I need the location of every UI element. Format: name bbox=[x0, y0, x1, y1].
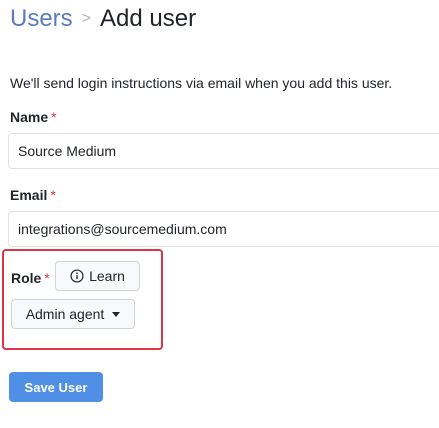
role-section-highlight: Role * Learn Admin agent bbox=[2, 249, 163, 350]
role-label: Role * bbox=[11, 270, 50, 286]
info-circle-icon bbox=[70, 269, 84, 283]
add-user-page: Users > Add user We'll send login instruct… bbox=[0, 0, 439, 428]
required-marker: * bbox=[51, 109, 57, 125]
breadcrumb: Users > Add user bbox=[10, 4, 196, 37]
breadcrumb-separator: > bbox=[81, 10, 92, 27]
role-label-text: Role bbox=[11, 270, 42, 286]
required-marker: * bbox=[50, 187, 56, 203]
save-user-button[interactable]: Save User bbox=[9, 372, 103, 402]
page-title: Add user bbox=[100, 5, 197, 32]
email-label: Email * bbox=[10, 187, 56, 203]
learn-button[interactable]: Learn bbox=[55, 261, 140, 291]
name-label-text: Name bbox=[10, 109, 49, 125]
breadcrumb-users-link[interactable]: Users bbox=[10, 5, 73, 32]
name-label: Name * bbox=[10, 109, 57, 125]
name-input[interactable] bbox=[8, 133, 439, 169]
caret-down-icon bbox=[112, 311, 121, 317]
intro-text: We'll send login instructions via email … bbox=[10, 75, 393, 91]
role-selected-value: Admin agent bbox=[25, 306, 105, 322]
email-label-text: Email bbox=[10, 187, 48, 203]
required-marker: * bbox=[44, 270, 50, 286]
learn-button-label: Learn bbox=[89, 268, 125, 284]
email-input[interactable] bbox=[8, 211, 439, 247]
role-dropdown[interactable]: Admin agent bbox=[11, 299, 135, 329]
